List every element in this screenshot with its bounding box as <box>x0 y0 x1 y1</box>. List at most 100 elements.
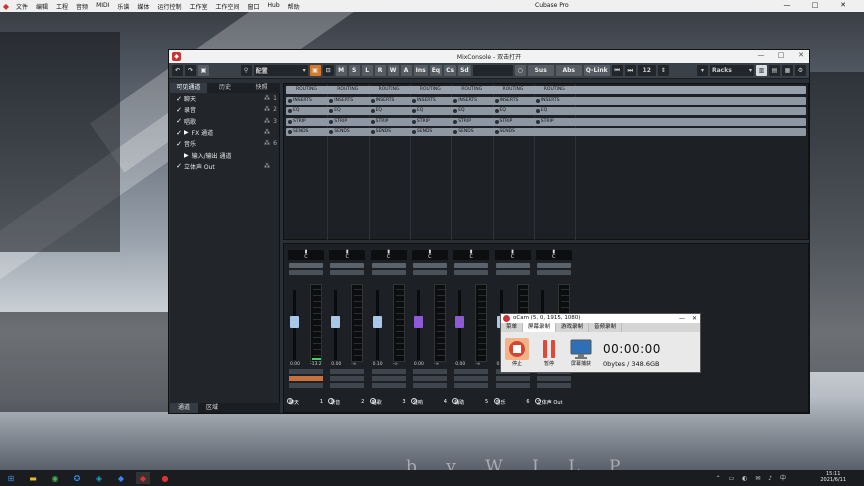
pan-control[interactable]: ▮ C <box>453 250 490 260</box>
lock-icon[interactable]: ⊡ <box>322 65 334 76</box>
fader-handle[interactable] <box>290 316 299 329</box>
window-minimize-icon[interactable]: — <box>751 51 771 59</box>
rack-power-icon[interactable] <box>411 119 416 124</box>
expand-arrow-icon[interactable]: ▶ <box>184 152 189 159</box>
rack-cell-inserts[interactable]: INSERTS <box>493 97 533 105</box>
left-bottom-tab[interactable]: 通道 <box>170 403 199 413</box>
rack-cell-routing[interactable]: ROUTING <box>286 86 326 94</box>
rack-cell-eq[interactable]: EQ <box>369 107 409 115</box>
channel-record-row[interactable] <box>536 376 571 381</box>
channel-button-row[interactable] <box>330 270 365 275</box>
rack-cell-sends[interactable]: SENDS <box>327 128 367 136</box>
channel-name-label[interactable]: 唱歌 3 <box>369 398 409 406</box>
racks-select[interactable]: Racks ▾ <box>710 65 754 76</box>
rack-cell-eq[interactable]: EQ <box>327 107 367 115</box>
settings-circle-icon[interactable]: ○ <box>514 65 526 76</box>
sus-button[interactable]: Sus <box>527 65 554 76</box>
abs-button[interactable]: Abs <box>555 65 582 76</box>
fader-handle[interactable] <box>331 316 341 329</box>
channel-button-row[interactable] <box>371 263 406 268</box>
system-tray-icons[interactable]: ⌃ ▭ ◐ ✉ ♪ 中 <box>716 473 789 482</box>
volume-value[interactable]: 0.00 <box>290 362 300 367</box>
pan-control[interactable]: ▮ C <box>494 250 531 260</box>
taskbar-clock[interactable]: 15:11 2021/6/11 <box>820 471 846 483</box>
toolbar-state-button[interactable]: S <box>348 65 360 76</box>
channel-name-label[interactable]: 音乐 6 <box>493 398 533 406</box>
cubase-taskbar-icon[interactable]: ◆ <box>136 472 150 484</box>
volume-value[interactable]: 0.10 <box>373 362 383 367</box>
menu-item[interactable]: 工程 <box>52 2 72 11</box>
channel-button-row[interactable] <box>371 270 406 275</box>
fader-handle[interactable] <box>413 316 423 329</box>
toolbar-slot-field[interactable] <box>472 65 513 76</box>
rack-power-icon[interactable] <box>453 119 458 124</box>
rack-power-icon[interactable] <box>494 109 499 113</box>
channel-record-row[interactable] <box>289 376 323 381</box>
menu-item[interactable]: 工作室 <box>185 2 211 11</box>
nav-right-icon[interactable]: ⏭ <box>624 65 636 76</box>
channel-button-row[interactable] <box>454 270 489 275</box>
rack-cell-inserts[interactable]: INSERTS <box>451 97 491 105</box>
app-shield-icon[interactable]: ◆ <box>114 472 128 484</box>
peak-value[interactable]: -∞ <box>393 362 398 367</box>
peak-value[interactable]: -∞ <box>351 362 356 367</box>
rack-cell-sends[interactable]: SENDS <box>410 128 450 136</box>
menu-item[interactable]: 运行控制 <box>153 2 185 11</box>
channel-monitor-row[interactable] <box>536 383 571 388</box>
rack-power-icon[interactable] <box>370 98 375 103</box>
toolbar-view-button[interactable]: Ins <box>413 65 428 76</box>
rack-cell-sends[interactable]: SENDS <box>493 128 533 136</box>
channel-mute-solo-row[interactable] <box>330 369 365 374</box>
toolbar-state-button[interactable]: M <box>335 65 347 76</box>
rack-cell-eq[interactable]: EQ <box>451 107 491 115</box>
gear-icon[interactable]: ⚙ <box>795 65 806 76</box>
ocam-tab[interactable]: 音频录制 <box>589 323 623 332</box>
menu-item[interactable]: 帮助 <box>284 2 304 11</box>
peak-value[interactable]: -∞ <box>434 362 439 367</box>
rack-cell-sends[interactable]: SENDS <box>369 128 409 136</box>
channel-mute-solo-row[interactable] <box>371 369 406 374</box>
toolbar-view-button[interactable]: Cs <box>444 65 457 76</box>
toolbar-view-button[interactable]: Eq <box>429 65 443 76</box>
rack-power-icon[interactable] <box>453 109 458 113</box>
channel-mute-solo-row[interactable] <box>454 369 489 374</box>
rack-power-icon[interactable] <box>494 98 499 103</box>
rack-power-icon[interactable] <box>494 130 499 134</box>
channel-record-row[interactable] <box>412 376 447 381</box>
channel-button-row[interactable] <box>330 263 365 268</box>
rack-cell-inserts[interactable]: INSERTS <box>410 97 450 105</box>
channel-name-label[interactable]: 录音 2 <box>327 398 367 406</box>
rack-cell-eq[interactable]: EQ <box>286 107 326 115</box>
rack-cell-strip[interactable]: STRIP <box>451 118 491 126</box>
channel-mute-solo-row[interactable] <box>412 369 447 374</box>
redo-icon[interactable]: ↷ <box>185 65 196 76</box>
checkmark-icon[interactable]: ✓ <box>174 106 184 114</box>
ocam-tab[interactable]: 游戏录制 <box>556 323 590 332</box>
rack-cell-routing[interactable]: ROUTING <box>410 86 450 94</box>
channel-record-row[interactable] <box>371 376 406 381</box>
menu-item[interactable]: 工作空间 <box>211 2 243 11</box>
rack-cell-sends[interactable]: SENDS <box>286 128 326 136</box>
pan-control[interactable]: ▮ C <box>535 250 572 260</box>
app-cyan-icon[interactable]: ◈ <box>92 472 106 484</box>
rack-power-icon[interactable] <box>288 98 292 103</box>
visibility-item[interactable]: ✓ 立体声 Out ⁂ <box>170 161 279 172</box>
ocam-tab[interactable]: 菜单 <box>501 323 524 332</box>
menu-item[interactable]: MIDI <box>92 2 113 11</box>
channel-button-row[interactable] <box>412 270 447 275</box>
ocam-capture-button[interactable]: 屏幕捕获 <box>569 338 593 371</box>
minimize-icon[interactable]: — <box>776 1 798 9</box>
rack-cell-routing[interactable]: ROUTING <box>369 86 409 94</box>
toolbar-state-button[interactable]: R <box>374 65 386 76</box>
rack-power-icon[interactable] <box>411 130 416 134</box>
channel-button-row[interactable] <box>289 270 323 275</box>
channel-button-row[interactable] <box>495 263 530 268</box>
visibility-item[interactable]: ▶ 输入/输出 通道 <box>170 149 279 160</box>
rack-power-icon[interactable] <box>329 109 334 113</box>
rack-power-icon[interactable] <box>370 130 375 134</box>
checkmark-icon[interactable]: ✓ <box>174 117 184 125</box>
pan-control[interactable]: ▮ C <box>370 250 407 260</box>
channel-monitor-row[interactable] <box>289 383 323 388</box>
search-icon[interactable]: ⚲ <box>240 65 252 76</box>
config-select[interactable]: 配置 ▾ <box>253 65 308 76</box>
